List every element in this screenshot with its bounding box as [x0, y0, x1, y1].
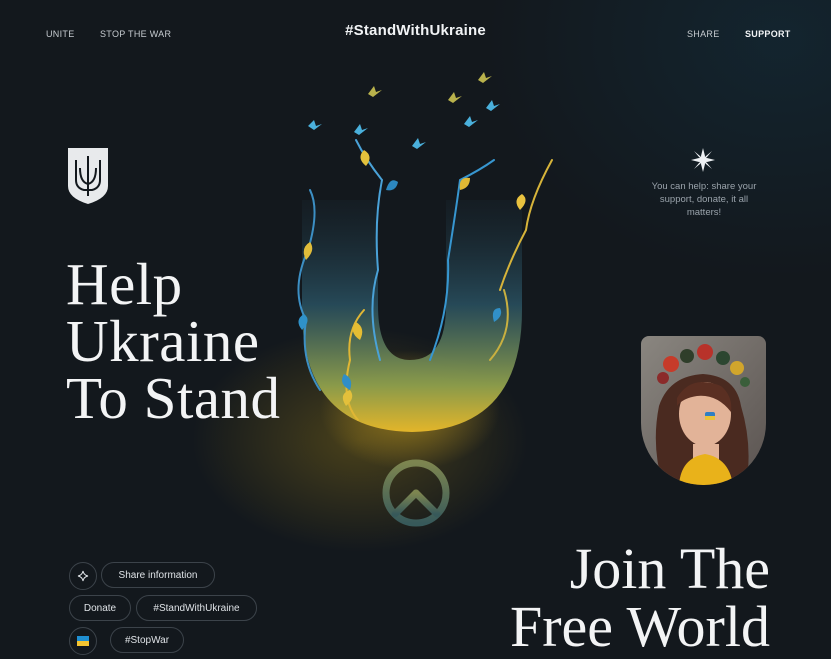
hero-title-line-3: To Stand [66, 365, 281, 431]
join-title-line-1: Join The [569, 536, 770, 601]
sparkle-icon [77, 570, 89, 582]
hero-title: Help Ukraine To Stand [66, 251, 281, 431]
support-message: You can help: share your support, donate… [651, 181, 757, 218]
nav-link-support[interactable]: SUPPORT [745, 29, 791, 39]
share-information-button[interactable]: Share information [101, 562, 215, 588]
sparkle-button[interactable] [69, 562, 97, 590]
peace-icon [381, 458, 451, 528]
hashtag-standwithukraine-button[interactable]: #StandWithUkraine [136, 595, 257, 621]
ukraine-flag-icon [77, 636, 89, 646]
hero-title-line-2: Ukraine [66, 308, 260, 374]
donate-button[interactable]: Donate [69, 595, 131, 621]
join-title: Join The Free World [480, 540, 770, 656]
hashtag-stopwar-button[interactable]: #StopWar [110, 627, 184, 653]
supporter-photo [641, 336, 766, 485]
hero-title-line-1: Help [66, 251, 183, 317]
trident-icon [66, 146, 110, 206]
flag-button[interactable] [69, 627, 97, 655]
join-title-line-2: Free World [509, 594, 770, 659]
nav-link-share[interactable]: SHARE [687, 29, 720, 39]
sun-icon [691, 148, 715, 172]
